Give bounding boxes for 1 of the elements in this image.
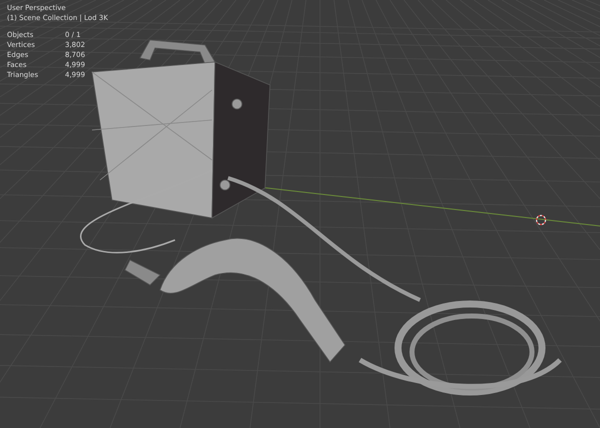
3d-cursor-icon bbox=[536, 214, 546, 226]
